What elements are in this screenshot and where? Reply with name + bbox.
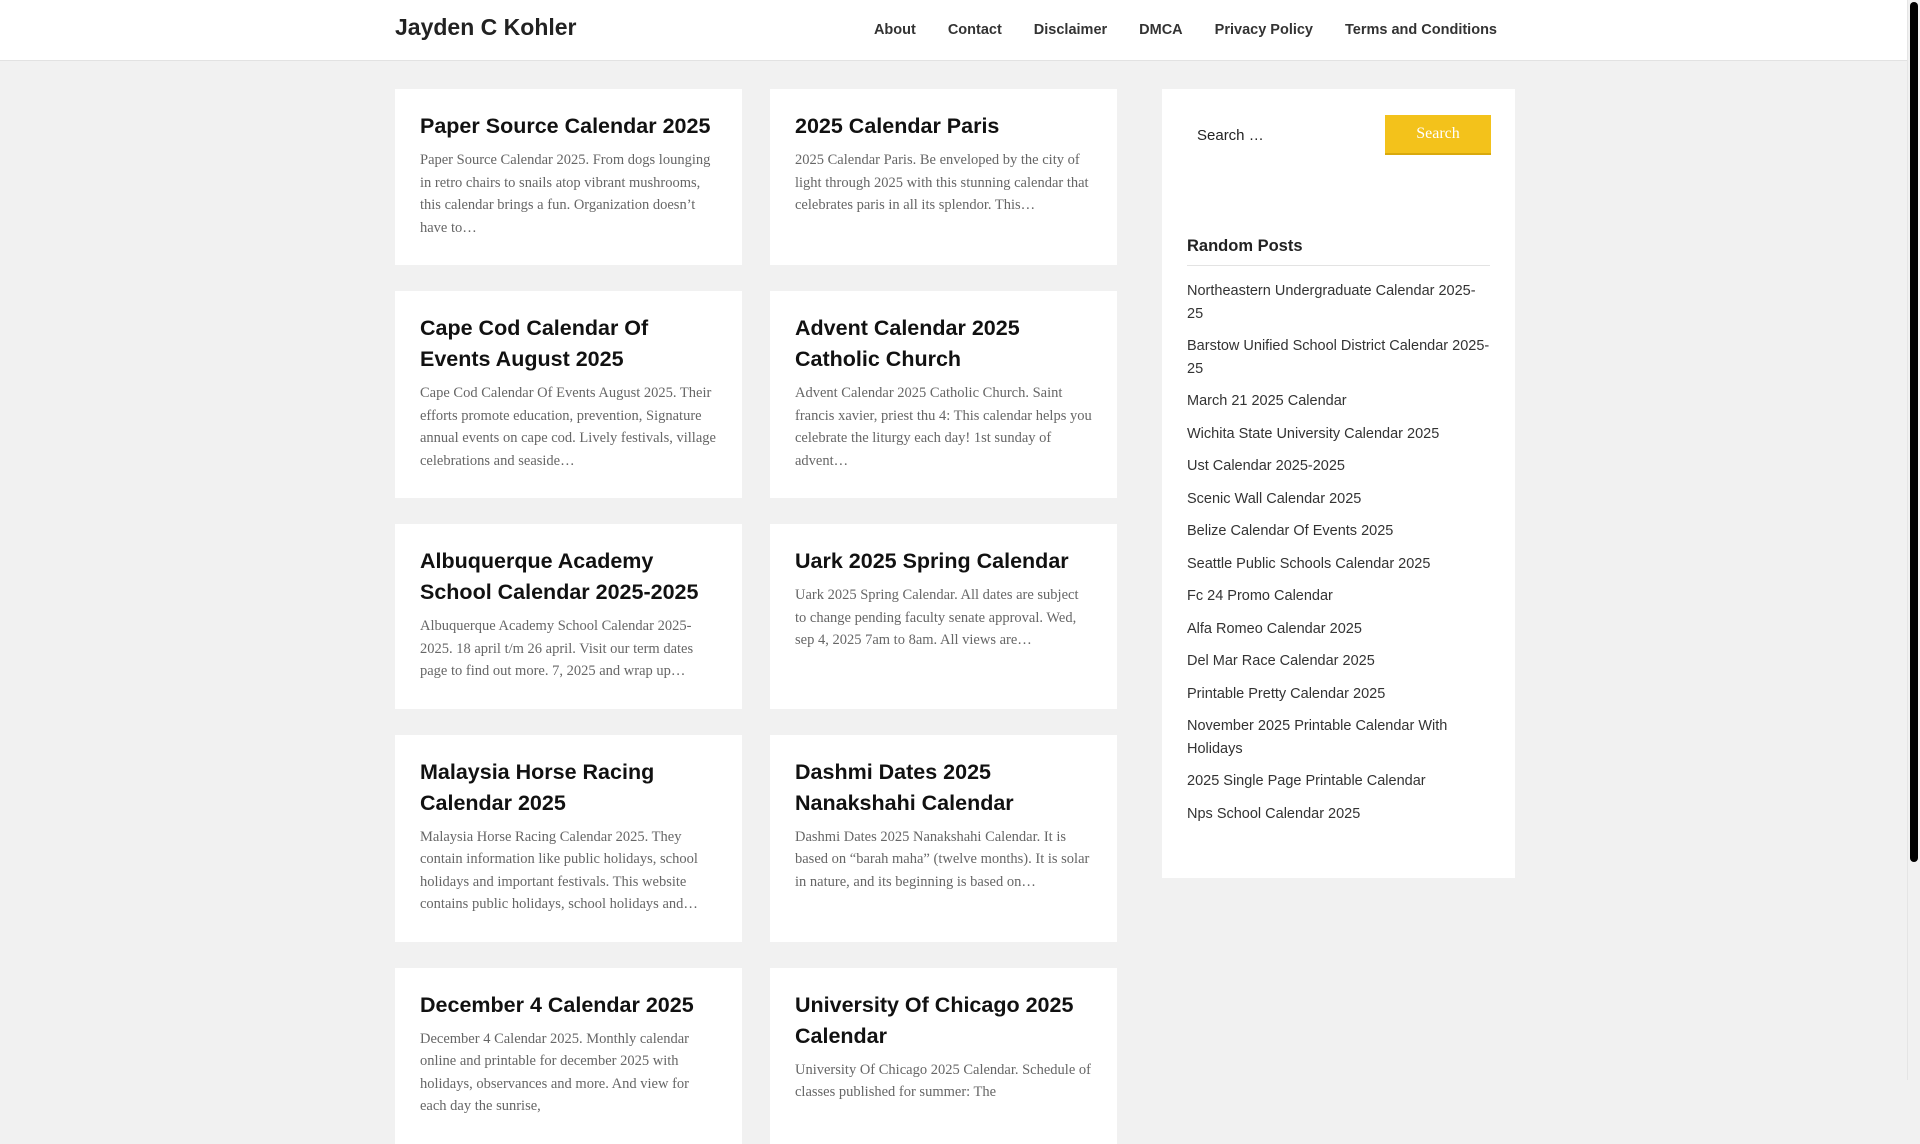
random-post-link[interactable]: Alfa Romeo Calendar 2025 [1187,621,1362,637]
random-posts-title: Random Posts [1187,237,1490,266]
sidebar: Search Random Posts Northeastern Undergr… [1162,89,1515,878]
search-input[interactable] [1187,115,1377,155]
posts-grid: Paper Source Calendar 2025 Paper Source … [395,89,1118,1144]
list-item: 2025 Single Page Printable Calendar [1187,770,1490,793]
post-excerpt: University Of Chicago 2025 Calendar. Sch… [795,1061,1091,1101]
post-title[interactable]: Dashmi Dates 2025 Nanakshahi Calendar [795,757,1092,819]
random-post-link[interactable]: Nps School Calendar 2025 [1187,806,1360,822]
nav-contact[interactable]: Contact [948,22,1002,38]
random-post-link[interactable]: Seattle Public Schools Calendar 2025 [1187,556,1430,572]
search-button[interactable]: Search [1385,115,1491,155]
random-post-link[interactable]: March 21 2025 Calendar [1187,393,1347,409]
list-item: Alfa Romeo Calendar 2025 [1187,618,1490,641]
scrollbar-thumb[interactable] [1910,2,1918,862]
list-item: Fc 24 Promo Calendar [1187,585,1490,608]
post-card: Malaysia Horse Racing Calendar 2025 Mala… [395,734,742,942]
random-post-link[interactable]: Scenic Wall Calendar 2025 [1187,491,1361,507]
list-item: March 21 2025 Calendar [1187,390,1490,413]
post-title[interactable]: University Of Chicago 2025 Calendar [795,990,1092,1052]
nav-dmca[interactable]: DMCA [1139,22,1183,38]
post-excerpt: December 4 Calendar 2025. Monthly calend… [420,1030,689,1115]
post-title[interactable]: Paper Source Calendar 2025 [420,111,717,142]
post-title[interactable]: Advent Calendar 2025 Catholic Church [795,313,1092,375]
post-card: December 4 Calendar 2025 December 4 Cale… [395,967,742,1144]
post-card: Uark 2025 Spring Calendar Uark 2025 Spri… [770,524,1117,709]
random-post-link[interactable]: November 2025 Printable Calendar With Ho… [1187,718,1447,757]
list-item: Del Mar Race Calendar 2025 [1187,650,1490,673]
main-nav: About Contact Disclaimer DMCA Privacy Po… [842,0,1497,60]
post-card: Cape Cod Calendar Of Events August 2025 … [395,291,742,498]
nav-disclaimer[interactable]: Disclaimer [1034,22,1107,38]
random-post-link[interactable]: Fc 24 Promo Calendar [1187,588,1333,604]
list-item: Wichita State University Calendar 2025 [1187,423,1490,446]
post-excerpt: Cape Cod Calendar Of Events August 2025.… [420,385,716,469]
list-item: Nps School Calendar 2025 [1187,803,1490,826]
random-posts-list: Northeastern Undergraduate Calendar 2025… [1187,280,1490,825]
list-item: Ust Calendar 2025-2025 [1187,455,1490,478]
list-item: Northeastern Undergraduate Calendar 2025… [1187,280,1490,325]
scrollbar[interactable] [1907,0,1920,1080]
search-form: Search [1187,115,1491,159]
list-item: Barstow Unified School District Calendar… [1187,335,1490,380]
random-post-link[interactable]: Belize Calendar Of Events 2025 [1187,523,1393,539]
list-item: November 2025 Printable Calendar With Ho… [1187,715,1490,760]
nav-about[interactable]: About [874,22,916,38]
post-card: Albuquerque Academy School Calendar 2025… [395,524,742,709]
post-excerpt: Advent Calendar 2025 Catholic Church. Sa… [795,385,1092,469]
post-title[interactable]: 2025 Calendar Paris [795,111,1092,142]
post-excerpt: 2025 Calendar Paris. Be enveloped by the… [795,152,1089,213]
nav-terms-and-conditions[interactable]: Terms and Conditions [1345,22,1497,38]
site-title[interactable]: Jayden C Kohler [395,14,577,41]
random-post-link[interactable]: Wichita State University Calendar 2025 [1187,426,1439,442]
post-card: 2025 Calendar Paris 2025 Calendar Paris.… [770,89,1117,265]
random-post-link[interactable]: Northeastern Undergraduate Calendar 2025… [1187,283,1476,322]
random-post-link[interactable]: Del Mar Race Calendar 2025 [1187,653,1375,669]
post-card: Advent Calendar 2025 Catholic Church Adv… [770,291,1117,498]
random-post-link[interactable]: Barstow Unified School District Calendar… [1187,338,1489,377]
random-post-link[interactable]: Ust Calendar 2025-2025 [1187,458,1345,474]
list-item: Printable Pretty Calendar 2025 [1187,683,1490,706]
post-title[interactable]: Uark 2025 Spring Calendar [795,546,1092,577]
post-card: Dashmi Dates 2025 Nanakshahi Calendar Da… [770,734,1117,942]
post-title[interactable]: December 4 Calendar 2025 [420,990,717,1021]
nav-privacy-policy[interactable]: Privacy Policy [1215,22,1313,38]
random-post-link[interactable]: 2025 Single Page Printable Calendar [1187,773,1426,789]
site-header: Jayden C Kohler About Contact Disclaimer… [0,0,1908,61]
post-excerpt: Uark 2025 Spring Calendar. All dates are… [795,587,1079,648]
post-title[interactable]: Malaysia Horse Racing Calendar 2025 [420,757,717,819]
post-title[interactable]: Cape Cod Calendar Of Events August 2025 [420,313,717,375]
post-title[interactable]: Albuquerque Academy School Calendar 2025… [420,546,717,608]
post-excerpt: Albuquerque Academy School Calendar 2025… [420,618,694,679]
post-excerpt: Dashmi Dates 2025 Nanakshahi Calendar. I… [795,828,1090,890]
random-post-link[interactable]: Printable Pretty Calendar 2025 [1187,686,1385,702]
list-item: Belize Calendar Of Events 2025 [1187,520,1490,543]
post-excerpt: Malaysia Horse Racing Calendar 2025. The… [420,828,698,913]
list-item: Scenic Wall Calendar 2025 [1187,488,1490,511]
post-card: Paper Source Calendar 2025 Paper Source … [395,89,742,265]
list-item: Seattle Public Schools Calendar 2025 [1187,553,1490,576]
post-excerpt: Paper Source Calendar 2025. From dogs lo… [420,152,711,236]
post-card: University Of Chicago 2025 Calendar Univ… [770,967,1117,1144]
